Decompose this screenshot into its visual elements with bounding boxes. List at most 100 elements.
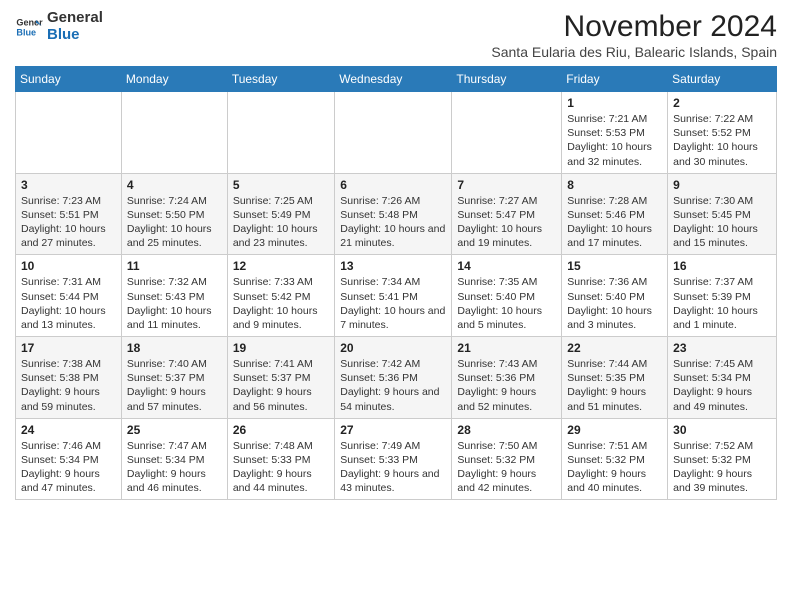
day-cell: 18 Sunrise: 7:40 AM Sunset: 5:37 PM Dayli… [121,337,227,419]
day-number: 7 [457,178,556,192]
logo-icon: General Blue [15,13,43,41]
day-number: 2 [673,96,771,110]
day-info: Sunrise: 7:40 AM Sunset: 5:37 PM Dayligh… [127,357,222,414]
day-number: 24 [21,423,116,437]
day-cell: 19 Sunrise: 7:41 AM Sunset: 5:37 PM Dayli… [227,337,334,419]
header-cell-sunday: Sunday [16,67,122,92]
day-number: 6 [340,178,446,192]
day-info: Sunrise: 7:32 AM Sunset: 5:43 PM Dayligh… [127,275,222,332]
day-cell: 8 Sunrise: 7:28 AM Sunset: 5:46 PM Daylig… [562,173,668,255]
title-area: November 2024 Santa Eularia des Riu, Bal… [491,10,777,60]
day-info: Sunrise: 7:42 AM Sunset: 5:36 PM Dayligh… [340,357,446,414]
day-number: 21 [457,341,556,355]
header-cell-thursday: Thursday [452,67,562,92]
day-info: Sunrise: 7:27 AM Sunset: 5:47 PM Dayligh… [457,194,556,251]
header-row: SundayMondayTuesdayWednesdayThursdayFrid… [16,67,777,92]
day-number: 20 [340,341,446,355]
calendar-body: 1 Sunrise: 7:21 AM Sunset: 5:53 PM Daylig… [16,92,777,500]
day-number: 5 [233,178,329,192]
day-info: Sunrise: 7:50 AM Sunset: 5:32 PM Dayligh… [457,439,556,496]
day-cell: 10Sunrise: 7:31 AM Sunset: 5:44 PM Dayli… [16,255,122,337]
logo: General Blue General Blue [15,10,103,43]
week-row-1: 1 Sunrise: 7:21 AM Sunset: 5:53 PM Daylig… [16,92,777,174]
week-row-5: 24Sunrise: 7:46 AM Sunset: 5:34 PM Dayli… [16,418,777,500]
day-info: Sunrise: 7:33 AM Sunset: 5:42 PM Dayligh… [233,275,329,332]
day-number: 12 [233,259,329,273]
day-number: 8 [567,178,662,192]
day-number: 23 [673,341,771,355]
svg-text:General: General [16,17,43,27]
header-cell-tuesday: Tuesday [227,67,334,92]
day-info: Sunrise: 7:49 AM Sunset: 5:33 PM Dayligh… [340,439,446,496]
day-cell: 1 Sunrise: 7:21 AM Sunset: 5:53 PM Daylig… [562,92,668,174]
day-cell [227,92,334,174]
day-info: Sunrise: 7:36 AM Sunset: 5:40 PM Dayligh… [567,275,662,332]
day-info: Sunrise: 7:52 AM Sunset: 5:32 PM Dayligh… [673,439,771,496]
day-info: Sunrise: 7:26 AM Sunset: 5:48 PM Dayligh… [340,194,446,251]
day-number: 19 [233,341,329,355]
day-cell: 5 Sunrise: 7:25 AM Sunset: 5:49 PM Daylig… [227,173,334,255]
day-cell: 16 Sunrise: 7:37 AM Sunset: 5:39 PM Dayli… [668,255,777,337]
day-number: 13 [340,259,446,273]
day-info: Sunrise: 7:37 AM Sunset: 5:39 PM Dayligh… [673,275,771,332]
day-info: Sunrise: 7:24 AM Sunset: 5:50 PM Dayligh… [127,194,222,251]
day-info: Sunrise: 7:25 AM Sunset: 5:49 PM Dayligh… [233,194,329,251]
day-number: 3 [21,178,116,192]
day-number: 30 [673,423,771,437]
day-info: Sunrise: 7:22 AM Sunset: 5:52 PM Dayligh… [673,112,771,169]
week-row-2: 3 Sunrise: 7:23 AM Sunset: 5:51 PM Daylig… [16,173,777,255]
day-info: Sunrise: 7:45 AM Sunset: 5:34 PM Dayligh… [673,357,771,414]
header: General Blue General Blue November 2024 … [15,10,777,60]
header-cell-monday: Monday [121,67,227,92]
day-cell: 3 Sunrise: 7:23 AM Sunset: 5:51 PM Daylig… [16,173,122,255]
day-cell: 28 Sunrise: 7:50 AM Sunset: 5:32 PM Dayli… [452,418,562,500]
day-info: Sunrise: 7:41 AM Sunset: 5:37 PM Dayligh… [233,357,329,414]
day-number: 28 [457,423,556,437]
day-cell: 13 Sunrise: 7:34 AM Sunset: 5:41 PM Dayli… [335,255,452,337]
day-cell: 24Sunrise: 7:46 AM Sunset: 5:34 PM Dayli… [16,418,122,500]
day-cell: 15 Sunrise: 7:36 AM Sunset: 5:40 PM Dayli… [562,255,668,337]
day-cell: 14 Sunrise: 7:35 AM Sunset: 5:40 PM Dayli… [452,255,562,337]
day-cell: 6 Sunrise: 7:26 AM Sunset: 5:48 PM Daylig… [335,173,452,255]
day-info: Sunrise: 7:47 AM Sunset: 5:34 PM Dayligh… [127,439,222,496]
day-number: 9 [673,178,771,192]
week-row-3: 10Sunrise: 7:31 AM Sunset: 5:44 PM Dayli… [16,255,777,337]
day-info: Sunrise: 7:30 AM Sunset: 5:45 PM Dayligh… [673,194,771,251]
day-number: 26 [233,423,329,437]
day-number: 1 [567,96,662,110]
day-cell: 27 Sunrise: 7:49 AM Sunset: 5:33 PM Dayli… [335,418,452,500]
calendar-table: SundayMondayTuesdayWednesdayThursdayFrid… [15,66,777,500]
day-cell: 21Sunrise: 7:43 AM Sunset: 5:36 PM Dayli… [452,337,562,419]
day-number: 14 [457,259,556,273]
day-number: 18 [127,341,222,355]
day-cell: 4 Sunrise: 7:24 AM Sunset: 5:50 PM Daylig… [121,173,227,255]
day-info: Sunrise: 7:23 AM Sunset: 5:51 PM Dayligh… [21,194,116,251]
day-info: Sunrise: 7:21 AM Sunset: 5:53 PM Dayligh… [567,112,662,169]
header-cell-saturday: Saturday [668,67,777,92]
day-number: 16 [673,259,771,273]
day-cell [16,92,122,174]
day-cell: 9 Sunrise: 7:30 AM Sunset: 5:45 PM Daylig… [668,173,777,255]
day-cell: 12 Sunrise: 7:33 AM Sunset: 5:42 PM Dayli… [227,255,334,337]
day-info: Sunrise: 7:48 AM Sunset: 5:33 PM Dayligh… [233,439,329,496]
day-number: 15 [567,259,662,273]
day-number: 27 [340,423,446,437]
day-cell [335,92,452,174]
day-info: Sunrise: 7:35 AM Sunset: 5:40 PM Dayligh… [457,275,556,332]
day-info: Sunrise: 7:51 AM Sunset: 5:32 PM Dayligh… [567,439,662,496]
location: Santa Eularia des Riu, Balearic Islands,… [491,44,777,60]
day-cell: 20 Sunrise: 7:42 AM Sunset: 5:36 PM Dayli… [335,337,452,419]
day-info: Sunrise: 7:34 AM Sunset: 5:41 PM Dayligh… [340,275,446,332]
day-cell: 26 Sunrise: 7:48 AM Sunset: 5:33 PM Dayli… [227,418,334,500]
day-cell: 22Sunrise: 7:44 AM Sunset: 5:35 PM Dayli… [562,337,668,419]
day-cell: 23 Sunrise: 7:45 AM Sunset: 5:34 PM Dayli… [668,337,777,419]
day-number: 4 [127,178,222,192]
day-number: 29 [567,423,662,437]
day-cell: 29 Sunrise: 7:51 AM Sunset: 5:32 PM Dayli… [562,418,668,500]
day-number: 10 [21,259,116,273]
day-cell: 7 Sunrise: 7:27 AM Sunset: 5:47 PM Daylig… [452,173,562,255]
svg-text:Blue: Blue [16,27,36,37]
month-year: November 2024 [491,10,777,44]
day-info: Sunrise: 7:28 AM Sunset: 5:46 PM Dayligh… [567,194,662,251]
day-info: Sunrise: 7:44 AM Sunset: 5:35 PM Dayligh… [567,357,662,414]
